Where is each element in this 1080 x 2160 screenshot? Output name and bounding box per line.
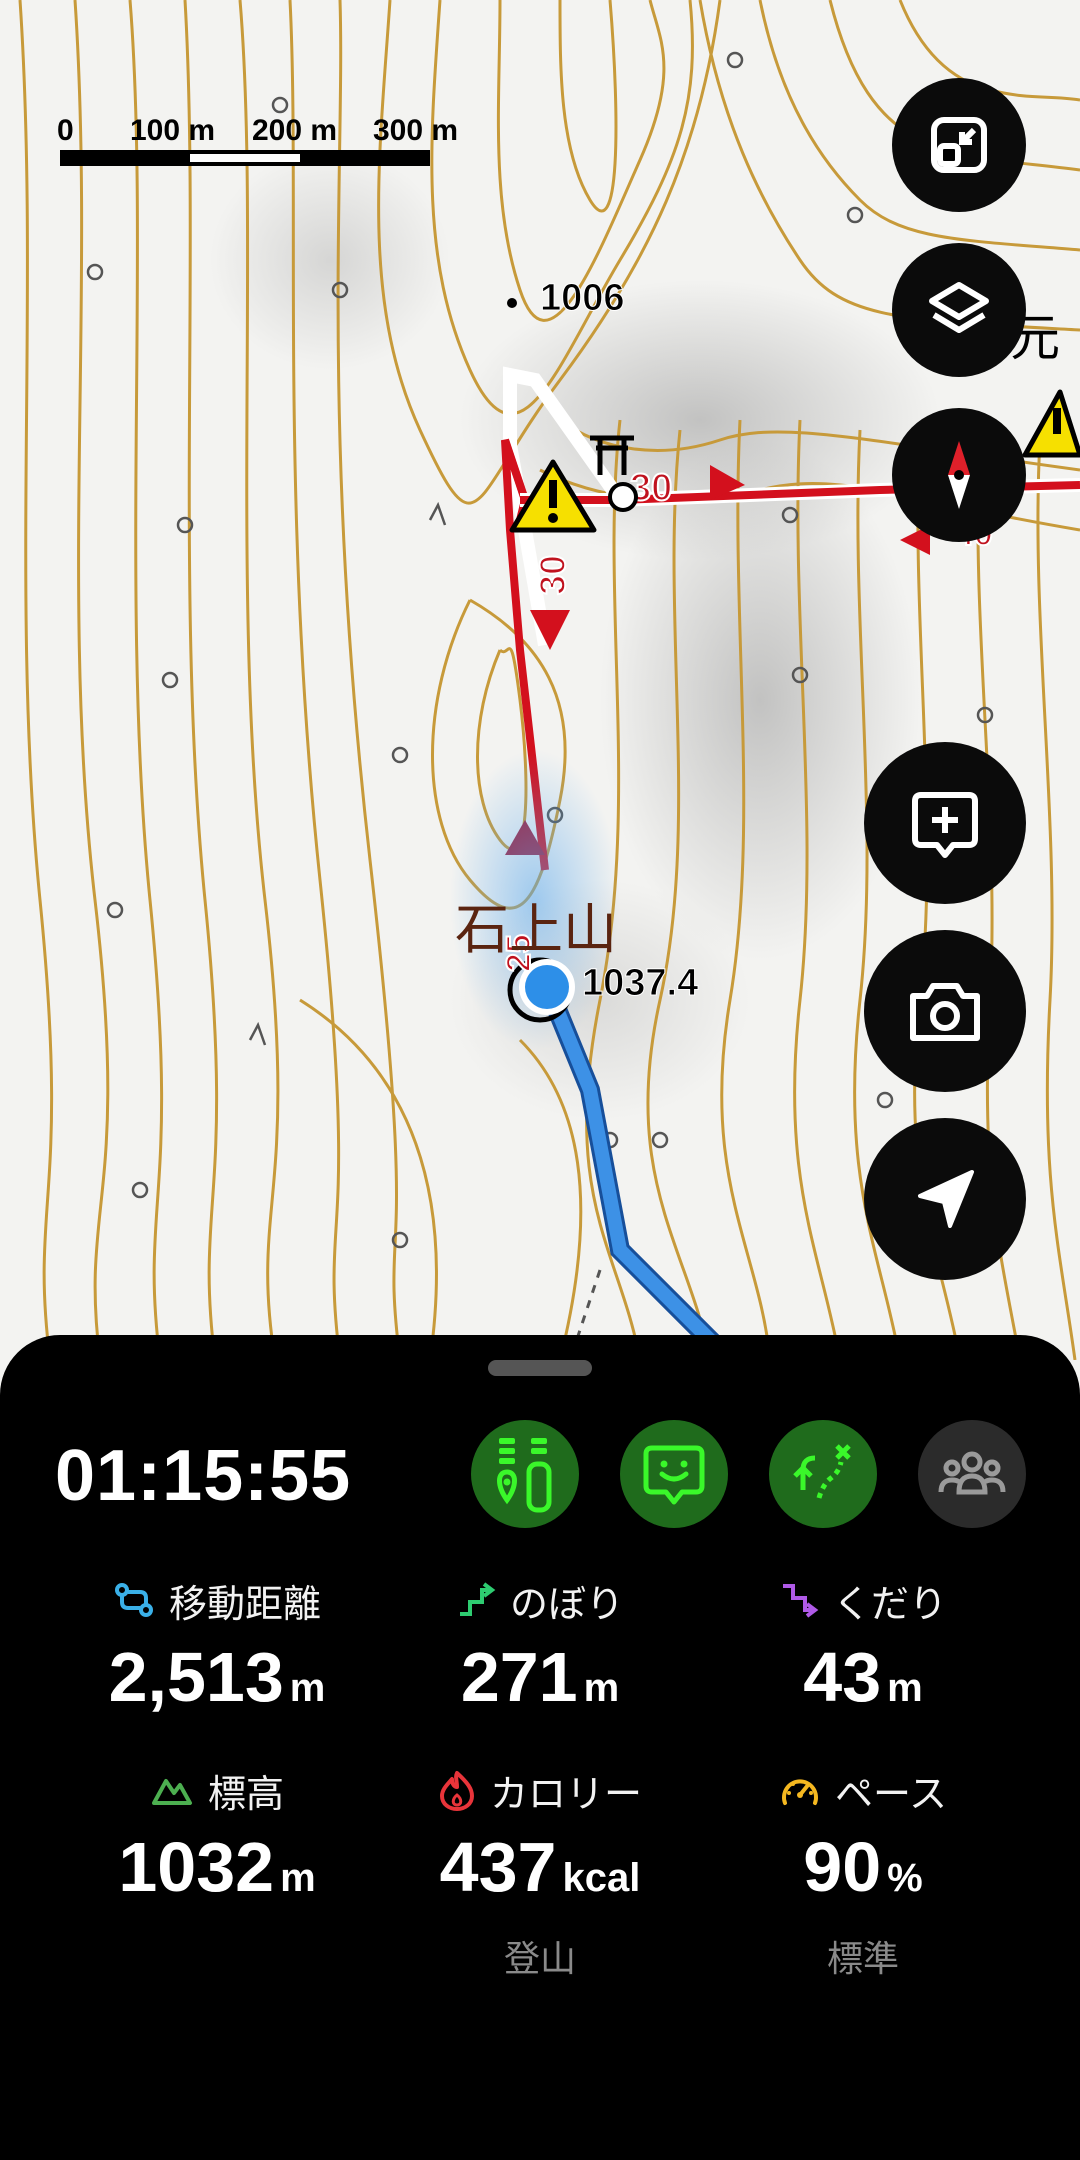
waypoint-marker[interactable]	[608, 482, 638, 512]
descent-label: くだり	[832, 1581, 947, 1626]
scale-label: 200 m	[252, 114, 337, 147]
ascent-unit: m	[583, 1666, 620, 1710]
add-note-icon	[912, 792, 978, 858]
mountain-icon	[151, 1779, 192, 1805]
ascent-value: 271	[460, 1638, 578, 1716]
ascent-stat: のぼり 271 m	[375, 1575, 705, 1728]
distance-icon	[114, 1583, 153, 1617]
fullscreen-exit-button[interactable]	[892, 78, 1026, 212]
layers-button[interactable]	[892, 243, 1026, 377]
ascent-label: のぼり	[509, 1581, 624, 1626]
scale-label: 100 m	[130, 114, 215, 147]
route-icon	[793, 1444, 851, 1499]
speedometer-icon	[781, 1779, 818, 1805]
trail-info-button[interactable]	[471, 1420, 579, 1528]
route-grade-label: 30	[532, 555, 573, 595]
group-icon	[938, 1451, 1006, 1495]
fullscreen-exit-icon	[931, 117, 987, 173]
current-elevation-label: 1037.4	[582, 962, 698, 1004]
altitude-value: 1032	[118, 1828, 275, 1906]
pace-unit: %	[887, 1856, 923, 1900]
sheet-drag-handle[interactable]	[488, 1360, 592, 1376]
distance-unit: m	[289, 1666, 326, 1710]
ascent-icon	[459, 1582, 496, 1616]
add-note-button[interactable]	[864, 742, 1026, 904]
descent-value: 43	[803, 1638, 882, 1716]
altitude-stat: 標高 1032 m	[52, 1765, 382, 1918]
distance-value: 2,513	[108, 1638, 284, 1716]
calories-stat: カロリー 437 kcal 登山	[375, 1765, 705, 1982]
pace-value: 90	[803, 1828, 882, 1906]
trail-info-icon	[497, 1438, 552, 1513]
mountain-name-label: 石上山	[455, 898, 617, 961]
peak-elevation-label: 1006	[540, 277, 625, 319]
scale-label: 0	[57, 114, 74, 147]
compass-icon	[948, 441, 970, 509]
camera-button[interactable]	[864, 930, 1026, 1092]
calories-value: 437	[439, 1828, 557, 1906]
descent-unit: m	[887, 1666, 923, 1710]
pace-label: ペース	[834, 1771, 948, 1816]
chat-icon	[643, 1445, 705, 1505]
calories-unit: kcal	[562, 1856, 641, 1900]
navigation-button[interactable]	[864, 1118, 1026, 1280]
altitude-unit: m	[280, 1856, 316, 1900]
pace-level: 標準	[826, 1939, 899, 1980]
scale-label: 300 m	[373, 114, 458, 147]
calories-label: カロリー	[489, 1771, 642, 1816]
flame-icon	[439, 1771, 474, 1811]
distance-label: 移動距離	[168, 1581, 321, 1626]
elapsed-timer: 01:15:55	[55, 1436, 352, 1516]
compass-button[interactable]	[892, 408, 1026, 542]
camera-icon	[910, 983, 980, 1041]
activity-sheet: 01:15:55 移動距離 2,513 m のぼり 271 m くだり 43 m…	[0, 1335, 1080, 2160]
pace-stat: ペース 90% 標準	[698, 1765, 1028, 1982]
distance-stat: 移動距離 2,513 m	[52, 1575, 382, 1728]
layers-icon	[929, 282, 989, 333]
group-button[interactable]	[918, 1420, 1026, 1528]
navigation-icon	[918, 1170, 974, 1228]
chat-button[interactable]	[620, 1420, 728, 1528]
descent-icon	[782, 1584, 819, 1618]
altitude-label: 標高	[207, 1771, 284, 1816]
calories-activity-type: 登山	[503, 1939, 576, 1980]
descent-stat: くだり 43 m	[698, 1575, 1028, 1728]
route-button[interactable]	[769, 1420, 877, 1528]
